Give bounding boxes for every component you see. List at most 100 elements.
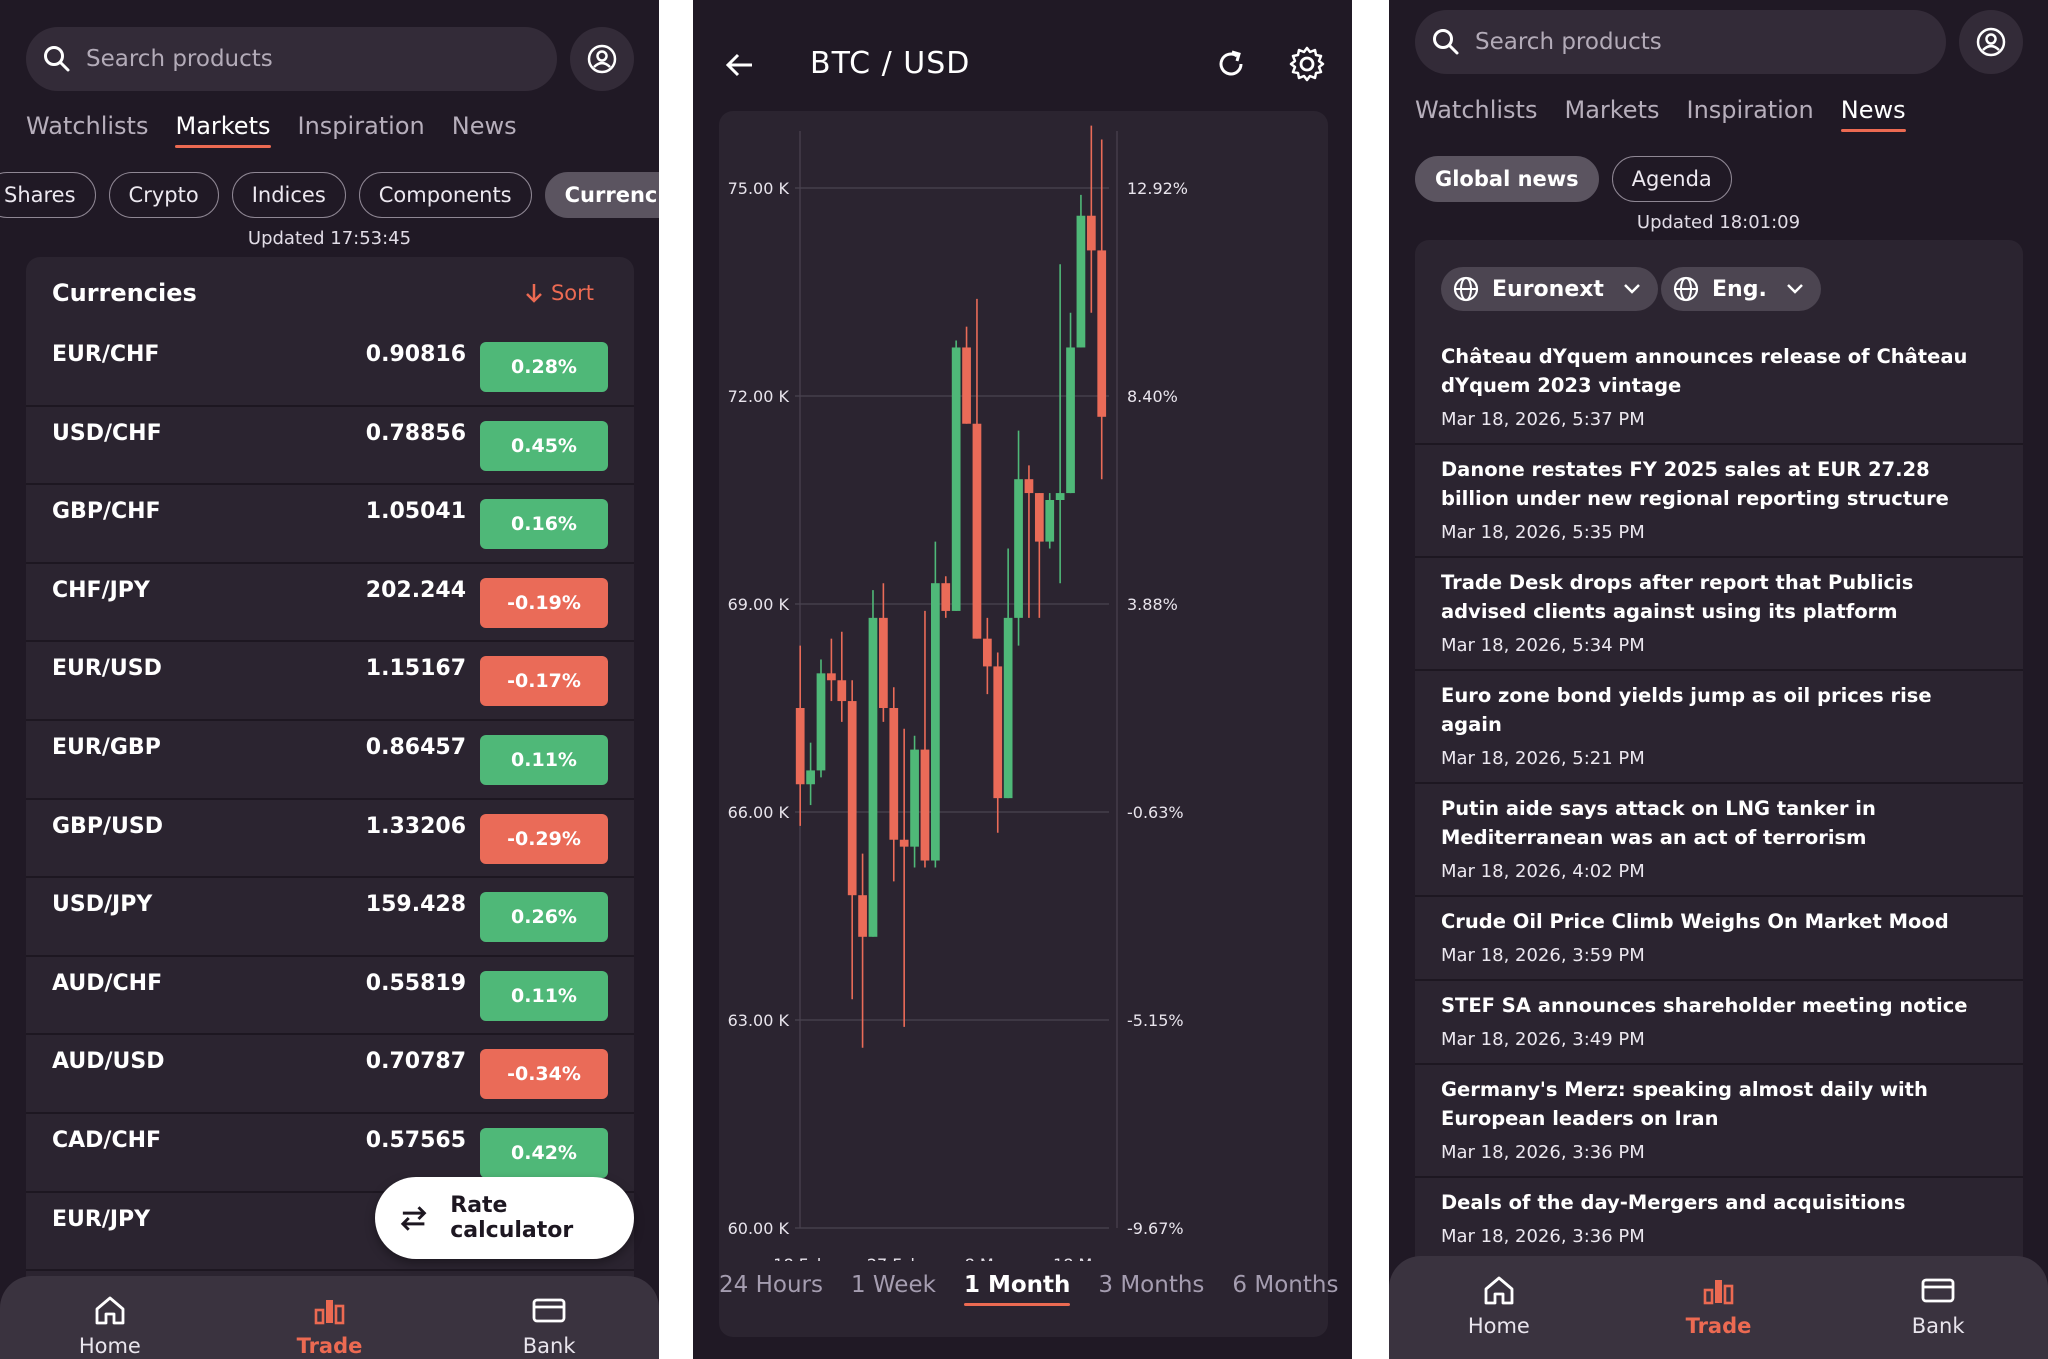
chip-agenda[interactable]: Agenda bbox=[1611, 156, 1732, 202]
market-category-chips: Shares Crypto Indices Components Currenc… bbox=[0, 172, 659, 218]
news-timestamp: Mar 18, 2026, 3:49 PM bbox=[1441, 1029, 1645, 1050]
chart-screen: BTC / USD 75.00 K 12.92% 72.00 K 8.40% 69.00… bbox=[693, 0, 1352, 1359]
candle bbox=[982, 617, 992, 695]
nav-trade[interactable]: Trade bbox=[254, 1290, 404, 1359]
news-item[interactable]: Château dYquem announces release of Chât… bbox=[1415, 332, 2023, 445]
search-input[interactable]: Search products bbox=[26, 27, 557, 91]
nav-home[interactable]: Home bbox=[35, 1290, 185, 1359]
tab-news[interactable]: News bbox=[1840, 96, 1906, 132]
range-6-months[interactable]: 6 Months bbox=[1232, 1272, 1338, 1306]
candle bbox=[1086, 125, 1096, 313]
news-item[interactable]: Danone restates FY 2025 sales at EUR 27.… bbox=[1415, 445, 2023, 558]
currency-row[interactable]: GBP/CHF 1.05041 0.16% bbox=[26, 485, 634, 564]
candle bbox=[806, 742, 815, 806]
back-arrow-icon[interactable] bbox=[723, 48, 757, 82]
gear-icon[interactable] bbox=[1287, 44, 1327, 84]
tab-markets[interactable]: Markets bbox=[1564, 96, 1659, 132]
candle bbox=[951, 340, 961, 611]
currency-row[interactable]: EUR/CHF 0.90816 0.28% bbox=[26, 328, 634, 407]
candle bbox=[827, 638, 836, 702]
news-item[interactable]: Euro zone bond yields jump as oil prices… bbox=[1415, 671, 2023, 784]
y2-tick-label: -5.15% bbox=[1127, 1011, 1184, 1030]
news-item[interactable]: Crude Oil Price Climb Weighs On Market M… bbox=[1415, 897, 2023, 981]
profile-button[interactable] bbox=[1959, 10, 2023, 74]
language-filter-dropdown[interactable]: Eng. bbox=[1661, 267, 1821, 311]
news-headline: Château dYquem announces release of Chât… bbox=[1441, 345, 1968, 397]
currency-list: EUR/CHF 0.90816 0.28% USD/CHF 0.78856 0.45% GB… bbox=[26, 328, 634, 1272]
currency-row[interactable]: AUD/USD 0.70787 -0.34% bbox=[26, 1035, 634, 1114]
currency-row[interactable]: USD/JPY 159.428 0.26% bbox=[26, 878, 634, 957]
nav-home-label: Home bbox=[1467, 1314, 1530, 1338]
currency-pair: EUR/JPY bbox=[52, 1206, 151, 1232]
home-icon bbox=[95, 1296, 125, 1325]
news-item[interactable]: Putin aide says attack on LNG tanker in … bbox=[1415, 784, 2023, 897]
currency-pair: GBP/CHF bbox=[52, 499, 161, 525]
chip-crypto[interactable]: Crypto bbox=[108, 172, 219, 218]
candle bbox=[1024, 465, 1034, 618]
chart-grid bbox=[795, 131, 1118, 1229]
news-item[interactable]: STEF SA announces shareholder meeting no… bbox=[1415, 981, 2023, 1065]
nav-home[interactable]: Home bbox=[1424, 1270, 1574, 1359]
range-3-months[interactable]: 3 Months bbox=[1098, 1272, 1204, 1306]
main-tabs: Watchlists Markets Inspiration News bbox=[26, 112, 544, 148]
news-item[interactable]: Germany's Merz: speaking almost daily wi… bbox=[1415, 1065, 2023, 1178]
x-tick-label: 18 Feb bbox=[773, 1255, 827, 1261]
nav-bank[interactable]: Bank bbox=[1863, 1270, 2013, 1359]
candle-body bbox=[1045, 500, 1055, 542]
markets-screen: Search products Watchlists Markets Inspi… bbox=[0, 0, 659, 1359]
candle bbox=[1066, 312, 1075, 494]
currency-pair: AUD/USD bbox=[52, 1049, 165, 1075]
chip-shares[interactable]: Shares bbox=[0, 172, 96, 218]
y-tick-label: 69.00 K bbox=[728, 595, 790, 614]
candle-body bbox=[982, 638, 992, 667]
y-tick-label: 63.00 K bbox=[728, 1011, 790, 1030]
swap-arrows-icon bbox=[400, 1206, 427, 1231]
chip-currencies[interactable]: Currencies bbox=[544, 172, 659, 218]
currency-price: 0.55819 bbox=[365, 970, 466, 996]
tab-news[interactable]: News bbox=[452, 112, 517, 148]
currency-row[interactable]: CHF/JPY 202.244 -0.19% bbox=[26, 564, 634, 643]
nav-trade[interactable]: Trade bbox=[1643, 1270, 1793, 1359]
exchange-filter-dropdown[interactable]: Euronext bbox=[1441, 267, 1658, 311]
candle-body bbox=[889, 708, 899, 840]
news-item[interactable]: Deals of the day-Mergers and acquisition… bbox=[1415, 1178, 2023, 1262]
search-input[interactable]: Search products bbox=[1415, 10, 1946, 74]
candle-body bbox=[816, 673, 826, 771]
chart-candles bbox=[795, 125, 1107, 1048]
chip-indices[interactable]: Indices bbox=[231, 172, 346, 218]
bottom-nav: Home Trade Bank bbox=[1389, 1256, 2048, 1359]
tab-watchlists[interactable]: Watchlists bbox=[26, 112, 148, 148]
news-item[interactable]: Trade Desk drops after report that Publi… bbox=[1415, 558, 2023, 671]
arrow-down-icon bbox=[526, 284, 542, 303]
news-timestamp: Mar 18, 2026, 3:36 PM bbox=[1441, 1142, 1645, 1163]
nav-bank[interactable]: Bank bbox=[474, 1290, 624, 1359]
range-1-week[interactable]: 1 Week bbox=[851, 1272, 936, 1306]
currency-row[interactable]: USD/CHF 0.78856 0.45% bbox=[26, 407, 634, 486]
chip-components[interactable]: Components bbox=[358, 172, 532, 218]
tab-inspiration[interactable]: Inspiration bbox=[298, 112, 425, 148]
refresh-icon[interactable] bbox=[1213, 46, 1249, 82]
currency-row[interactable]: GBP/USD 1.33206 -0.29% bbox=[26, 800, 634, 879]
y2-tick-label: 3.88% bbox=[1127, 595, 1178, 614]
news-screen: Search products Watchlists Markets Inspi… bbox=[1389, 0, 2048, 1359]
rate-calculator-label: Rate calculator bbox=[450, 1193, 574, 1243]
candlestick-chart[interactable]: 75.00 K 12.92% 72.00 K 8.40% 69.00 K 3.88% 66.… bbox=[719, 111, 1328, 1261]
rate-calculator-button[interactable]: Rate calculator bbox=[375, 1177, 634, 1259]
currency-row[interactable]: EUR/GBP 0.86457 0.11% bbox=[26, 721, 634, 800]
sort-button[interactable]: Sort bbox=[523, 281, 594, 305]
currency-row[interactable]: AUD/CHF 0.55819 0.11% bbox=[26, 957, 634, 1036]
tab-markets[interactable]: Markets bbox=[175, 112, 271, 148]
chip-global-news[interactable]: Global news bbox=[1415, 156, 1599, 202]
change-badge: 0.16% bbox=[480, 499, 608, 550]
profile-button[interactable] bbox=[570, 27, 634, 91]
currency-price: 159.428 bbox=[365, 892, 466, 918]
candle bbox=[1097, 139, 1107, 480]
nav-bank-label: Bank bbox=[1911, 1314, 1965, 1338]
candle-body bbox=[847, 701, 857, 896]
currency-row[interactable]: EUR/USD 1.15167 -0.17% bbox=[26, 642, 634, 721]
range-1-month[interactable]: 1 Month bbox=[963, 1272, 1071, 1306]
tab-inspiration[interactable]: Inspiration bbox=[1687, 96, 1814, 132]
y-tick-label: 66.00 K bbox=[728, 803, 790, 822]
range-24-hours[interactable]: 24 Hours bbox=[719, 1272, 823, 1306]
tab-watchlists[interactable]: Watchlists bbox=[1415, 96, 1537, 132]
